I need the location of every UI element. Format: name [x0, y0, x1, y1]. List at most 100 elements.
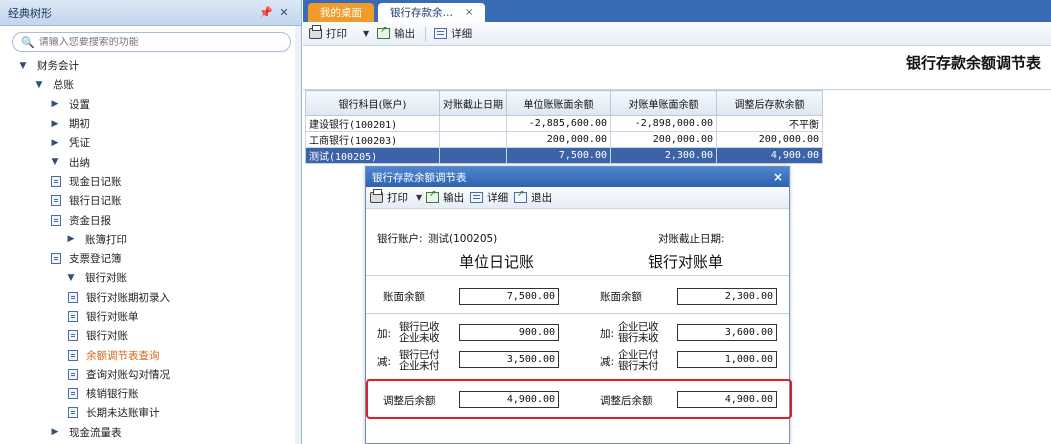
table-cell: -2,885,600.00	[506, 115, 611, 132]
chevron-right-icon[interactable]: ▶	[49, 119, 61, 129]
export-label: 输出	[443, 192, 465, 204]
chevron-down-icon[interactable]: ▼	[49, 157, 61, 167]
column-header[interactable]: 对账截止日期	[439, 90, 507, 116]
right-balance-field[interactable]: 2,300.00	[677, 288, 777, 305]
tree-item-label: 期初	[69, 118, 90, 131]
print-button[interactable]: 打印	[309, 25, 347, 41]
print-label: 打印	[326, 28, 347, 40]
left-sub-line2: 企业未付	[399, 360, 440, 372]
right-add-label: 企业已收 银行未收	[618, 322, 659, 344]
left-add-label: 银行已收 企业未收	[399, 322, 440, 344]
column-header[interactable]: 单位账账面余额	[506, 90, 611, 116]
sidebar-title: 经典树形	[8, 6, 52, 20]
detail-button[interactable]: 详细	[434, 26, 472, 41]
pin-icon[interactable]: 📌	[257, 6, 275, 19]
dialog-exit-button[interactable]: 退出	[514, 189, 552, 205]
tree-item-label: 银行对账	[86, 330, 128, 343]
table-row[interactable]: 建设银行(100201) -2,885,600.00 -2,898,000.00 不平…	[305, 115, 823, 132]
dialog-close-icon[interactable]: ×	[773, 170, 783, 184]
chevron-right-icon[interactable]: ▶	[65, 234, 77, 244]
search-icon: 🔍	[21, 35, 35, 49]
tree-item-label: 现金日记账	[69, 175, 122, 188]
chevron-down-icon[interactable]: ▼	[33, 80, 45, 90]
table-row[interactable]: 工商银行(100203) 200,000.00 200,000.00 200,000.…	[305, 131, 823, 148]
table-header-row: 银行科目(账户) 对账截止日期 单位账账面余额 对账单账面余额 调整后存款余额	[305, 90, 823, 116]
table-row[interactable]: 测试(100205) 7,500.00 2,300.00 4,900.00	[305, 147, 823, 164]
tab-bank-reconciliation[interactable]: 银行存款余… ×	[378, 3, 486, 22]
tree-folder[interactable]: ▶ 期初	[0, 114, 301, 133]
tree-item-label: 支票登记簿	[69, 253, 122, 266]
tree-leaf[interactable]: 核销银行账	[0, 384, 301, 403]
report-title: 银行存款余额调节表	[905, 54, 1041, 72]
table-cell: 工商银行(100203)	[305, 131, 440, 148]
tab-desktop[interactable]: 我的桌面	[308, 3, 374, 22]
detail-label: 详细	[451, 28, 473, 40]
sidebar-scrollbar[interactable]	[295, 26, 301, 444]
chevron-down-icon[interactable]: ▼	[416, 193, 422, 202]
chevron-down-icon[interactable]: ▼	[363, 29, 369, 38]
tree-leaf[interactable]: 资金日报	[0, 210, 301, 229]
right-balance-label: 账面余额	[600, 291, 642, 303]
dialog-print-button[interactable]: 打印	[370, 189, 408, 205]
tree-folder[interactable]: ▼ 财务会计	[0, 56, 301, 75]
tree-folder[interactable]: ▼ 银行对账	[0, 268, 301, 287]
report-table: 银行科目(账户) 对账截止日期 单位账账面余额 对账单账面余额 调整后存款余额 …	[305, 90, 823, 164]
tree-folder[interactable]: ▼ 总账	[0, 75, 301, 94]
divider	[366, 313, 789, 314]
tree-item-label: 设置	[69, 98, 90, 111]
app-window: 经典树形 📌 ✕ 🔍 ▼ 财务会计 ▼ 总账 ▶ 设置 ▶ 期初 ▶ 凭证 ▼ 出纳现金日记账银行日记…	[0, 0, 1051, 444]
dialog-titlebar[interactable]: 银行存款余额调节表 ×	[366, 167, 789, 187]
right-add-line2: 银行未收	[618, 332, 659, 344]
dialog-detail-button[interactable]: 详细	[470, 190, 508, 205]
chevron-right-icon[interactable]: ▶	[49, 99, 61, 109]
chevron-right-icon[interactable]: ▶	[49, 427, 61, 437]
chevron-right-icon[interactable]: ▶	[49, 138, 61, 148]
left-add-prefix: 加:	[377, 328, 392, 340]
document-icon	[68, 407, 78, 419]
tree-folder[interactable]: ▶ 设置	[0, 95, 301, 114]
tree-item-label: 凭证	[69, 137, 90, 150]
table-cell: 建设银行(100201)	[305, 115, 440, 132]
tree-leaf[interactable]: 银行日记账	[0, 191, 301, 210]
chevron-down-icon[interactable]: ▼	[65, 273, 77, 283]
tab-bar: 我的桌面 银行存款余… ×	[303, 0, 1051, 22]
sidebar: 经典树形 📌 ✕ 🔍 ▼ 财务会计 ▼ 总账 ▶ 设置 ▶ 期初 ▶ 凭证 ▼ 出纳现金日记账银行日记…	[0, 0, 302, 444]
left-add-field[interactable]: 900.00	[459, 324, 559, 341]
column-header[interactable]: 对账单账面余额	[610, 90, 717, 116]
tree-leaf[interactable]: 现金日记账	[0, 172, 301, 191]
tab-close-icon[interactable]: ×	[465, 7, 473, 18]
tree-leaf[interactable]: 支票登记簿	[0, 249, 301, 268]
search-input[interactable]	[38, 36, 282, 48]
tree-item-label: 银行日记账	[69, 195, 122, 208]
document-icon	[68, 311, 78, 322]
left-balance-field[interactable]: 7,500.00	[459, 288, 559, 305]
chevron-down-icon[interactable]: ▼	[17, 61, 29, 71]
tree-leaf[interactable]: 银行对账期初录入	[0, 288, 301, 307]
column-header[interactable]: 银行科目(账户)	[305, 90, 440, 116]
tree-folder[interactable]: ▶ 账簿打印	[0, 230, 301, 249]
table-cell: 不平衡	[716, 115, 823, 132]
tree-leaf[interactable]: 长期未达账审计	[0, 403, 301, 422]
dialog-export-button[interactable]: 输出	[426, 189, 465, 205]
tree-leaf[interactable]: 余额调节表查询	[0, 345, 301, 364]
export-label: 输出	[394, 28, 416, 40]
tree-item-label: 长期未达账审计	[86, 407, 160, 420]
tree-leaf[interactable]: 银行对账单	[0, 307, 301, 326]
tree-leaf[interactable]: 银行对账	[0, 326, 301, 345]
document-icon	[51, 214, 61, 226]
tree-leaf[interactable]: 查询对账勾对情况	[0, 365, 301, 384]
left-sub-field[interactable]: 3,500.00	[459, 351, 559, 368]
right-sub-field[interactable]: 1,000.00	[677, 351, 777, 368]
detail-icon	[434, 28, 448, 39]
export-button[interactable]: 输出	[377, 25, 416, 41]
document-icon	[51, 253, 61, 265]
tree-folder[interactable]: ▼ 出纳	[0, 152, 301, 171]
sidebar-search[interactable]: 🔍	[12, 32, 291, 52]
dialog-toolbar: 打印 ▼ 输出 详细 退出	[366, 187, 789, 209]
tree-folder[interactable]: ▶ 现金流量表	[0, 423, 301, 442]
right-sub-prefix: 减:	[600, 356, 615, 368]
tree-folder[interactable]: ▶ 凭证	[0, 133, 301, 152]
right-add-field[interactable]: 3,600.00	[677, 324, 777, 341]
close-icon[interactable]: ✕	[275, 6, 293, 19]
column-header[interactable]: 调整后存款余额	[716, 90, 823, 116]
